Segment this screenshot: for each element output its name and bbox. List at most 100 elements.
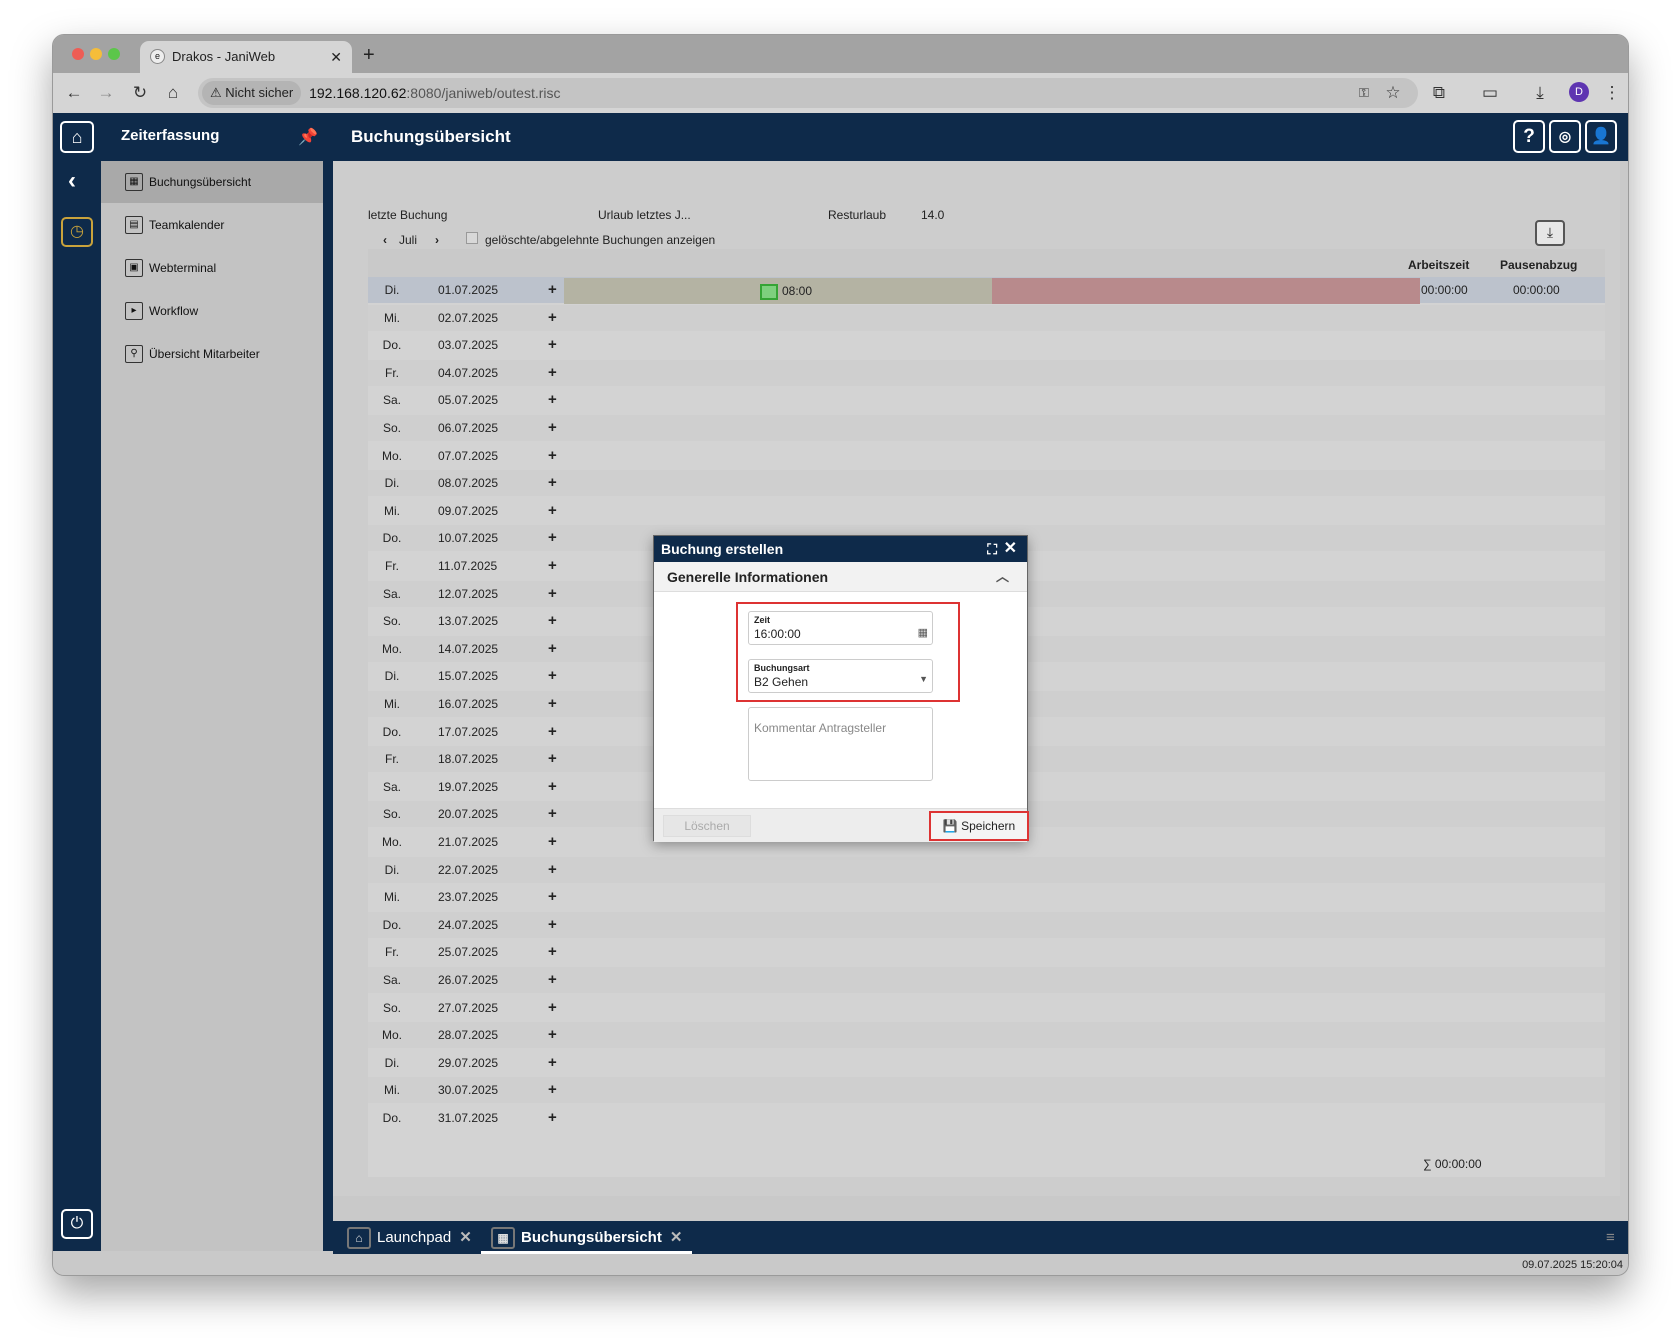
close-icon[interactable]: ✕ bbox=[459, 1229, 472, 1246]
table-row[interactable]: Mo. 28.07.2025 + bbox=[368, 1022, 1605, 1049]
media-icon[interactable]: ▭ bbox=[1477, 73, 1503, 113]
add-booking-icon[interactable]: + bbox=[548, 691, 557, 717]
export-icon[interactable]: ⤓ bbox=[1535, 220, 1565, 246]
add-booking-icon[interactable]: + bbox=[548, 636, 557, 662]
add-booking-icon[interactable]: + bbox=[548, 470, 557, 496]
save-button[interactable]: 💾 Speichern bbox=[929, 811, 1029, 841]
table-row[interactable]: Mi. 09.07.2025 + bbox=[368, 498, 1605, 524]
add-booking-icon[interactable]: + bbox=[548, 581, 557, 607]
add-booking-icon[interactable]: + bbox=[548, 1077, 557, 1103]
back-icon[interactable]: ← bbox=[61, 73, 87, 113]
add-booking-icon[interactable]: + bbox=[548, 553, 557, 579]
profile-avatar[interactable]: D bbox=[1569, 82, 1589, 102]
extensions-icon[interactable]: ⧉ bbox=[1426, 73, 1452, 113]
bottom-tab-buchungsuebersicht[interactable]: ▦ Buchungsübersicht ✕ bbox=[481, 1221, 693, 1254]
add-booking-icon[interactable]: + bbox=[548, 884, 557, 910]
sidebar-splitter[interactable] bbox=[323, 161, 333, 1251]
table-row[interactable]: Do. 24.07.2025 + bbox=[368, 911, 1605, 938]
section-general-info[interactable]: Generelle Informationen ︿ bbox=[654, 562, 1027, 592]
table-row[interactable]: Fr. 04.07.2025 + bbox=[368, 359, 1605, 386]
add-booking-icon[interactable]: + bbox=[548, 525, 557, 551]
add-booking-icon[interactable]: + bbox=[548, 332, 557, 358]
calendar-icon[interactable]: ▦ bbox=[918, 626, 928, 639]
table-row[interactable]: Mi. 30.07.2025 + bbox=[368, 1077, 1605, 1104]
home-icon[interactable]: ⌂ bbox=[60, 121, 94, 153]
minimize-window-button[interactable] bbox=[90, 48, 102, 60]
pin-icon[interactable]: 📌 bbox=[298, 127, 318, 147]
add-booking-icon[interactable]: + bbox=[548, 719, 557, 745]
comment-field[interactable]: Kommentar Antragsteller bbox=[748, 707, 933, 781]
url-bar[interactable]: ⚠ Nicht sicher 192.168.120.62:8080/janiw… bbox=[198, 78, 1418, 108]
forward-icon[interactable]: → bbox=[93, 73, 119, 113]
close-window-button[interactable] bbox=[72, 48, 84, 60]
add-booking-icon[interactable]: + bbox=[548, 829, 557, 855]
table-row[interactable]: Do. 03.07.2025 + bbox=[368, 332, 1605, 358]
next-month-icon[interactable]: › bbox=[435, 233, 439, 247]
add-booking-icon[interactable]: + bbox=[548, 415, 557, 441]
table-row[interactable]: Di. 22.07.2025 + bbox=[368, 856, 1605, 883]
add-booking-icon[interactable]: + bbox=[548, 746, 557, 772]
add-booking-icon[interactable]: + bbox=[548, 967, 557, 993]
sidebar-item-teamkalender[interactable]: ▤ Teamkalender bbox=[101, 204, 323, 246]
chevron-down-icon[interactable]: ▼ bbox=[919, 674, 928, 684]
delete-button[interactable]: Löschen bbox=[663, 815, 751, 837]
close-tab-icon[interactable]: ✕ bbox=[330, 41, 342, 73]
add-booking-icon[interactable]: + bbox=[548, 305, 557, 331]
security-chip[interactable]: ⚠ Nicht sicher bbox=[202, 81, 302, 105]
table-row[interactable]: Di. 29.07.2025 + bbox=[368, 1050, 1605, 1076]
collapse-icon[interactable]: ‹ bbox=[68, 167, 76, 195]
table-row[interactable]: Sa. 05.07.2025 + bbox=[368, 387, 1605, 413]
bottom-tab-launchpad[interactable]: ⌂ Launchpad ✕ bbox=[347, 1221, 472, 1254]
table-row[interactable]: Di. 01.07.2025 +08:00 00:00:00 00:00:00 bbox=[368, 277, 1605, 304]
new-tab-button[interactable]: + bbox=[363, 41, 375, 69]
clock-icon[interactable]: ◷ bbox=[61, 217, 93, 247]
add-booking-icon[interactable]: + bbox=[548, 774, 557, 800]
table-row[interactable]: Mo. 07.07.2025 + bbox=[368, 443, 1605, 469]
add-booking-icon[interactable]: + bbox=[548, 857, 557, 883]
sidebar-item-uebersicht-mitarbeiter[interactable]: ⚲ Übersicht Mitarbeiter bbox=[101, 333, 323, 375]
chevron-up-icon[interactable]: ︿ bbox=[996, 562, 1009, 592]
user-icon[interactable]: 👤 bbox=[1585, 120, 1617, 153]
table-row[interactable]: Mi. 02.07.2025 + bbox=[368, 304, 1605, 331]
table-row[interactable]: Di. 08.07.2025 + bbox=[368, 470, 1605, 497]
close-icon[interactable]: ✕ bbox=[1004, 536, 1017, 562]
add-booking-icon[interactable]: + bbox=[548, 443, 557, 469]
booking-type-select[interactable]: Buchungsart B2 Gehen ▼ bbox=[748, 659, 933, 693]
table-row[interactable]: So. 27.07.2025 + bbox=[368, 995, 1605, 1021]
add-booking-icon[interactable]: + bbox=[548, 1105, 557, 1131]
key-icon[interactable]: ⚿ bbox=[1351, 73, 1377, 113]
home-icon[interactable]: ⌂ bbox=[160, 73, 186, 113]
table-row[interactable]: Mi. 23.07.2025 + bbox=[368, 884, 1605, 910]
add-booking-icon[interactable]: + bbox=[548, 912, 557, 938]
help-icon[interactable]: ? bbox=[1513, 120, 1545, 153]
menu-icon[interactable]: ⋮ bbox=[1599, 73, 1625, 113]
timeline-bar-missing[interactable] bbox=[992, 278, 1420, 304]
maximize-icon[interactable]: ⛶ bbox=[987, 536, 997, 562]
browser-tab[interactable]: e Drakos - JaniWeb ✕ bbox=[140, 41, 352, 73]
add-booking-icon[interactable]: + bbox=[548, 1022, 557, 1048]
tabs-menu-icon[interactable]: ≡ bbox=[1606, 1221, 1615, 1254]
add-booking-icon[interactable]: + bbox=[548, 801, 557, 827]
add-booking-icon[interactable]: + bbox=[548, 663, 557, 689]
add-booking-icon[interactable]: + bbox=[548, 939, 557, 965]
sidebar-item-webterminal[interactable]: ▣ Webterminal bbox=[101, 247, 323, 289]
table-row[interactable]: Do. 31.07.2025 + bbox=[368, 1105, 1605, 1131]
sidebar-item-buchungsuebersicht[interactable]: ▦ Buchungsübersicht bbox=[101, 161, 323, 203]
add-booking-icon[interactable]: + bbox=[548, 498, 557, 524]
add-booking-icon[interactable]: + bbox=[548, 277, 557, 303]
table-row[interactable]: Fr. 25.07.2025 + bbox=[368, 939, 1605, 965]
power-icon[interactable]: ⏻ bbox=[61, 1209, 93, 1239]
table-row[interactable]: So. 06.07.2025 + bbox=[368, 415, 1605, 441]
timeline-bar-work[interactable]: 08:00 bbox=[564, 278, 992, 304]
chat-icon[interactable]: ◎ bbox=[1549, 120, 1581, 153]
download-icon[interactable]: ⤓ bbox=[1527, 73, 1553, 113]
bookmark-star-icon[interactable]: ☆ bbox=[1380, 73, 1406, 113]
reload-icon[interactable]: ↻ bbox=[127, 73, 153, 113]
close-icon[interactable]: ✕ bbox=[670, 1229, 683, 1246]
table-row[interactable]: Sa. 26.07.2025 + bbox=[368, 967, 1605, 993]
add-booking-icon[interactable]: + bbox=[548, 1050, 557, 1076]
prev-month-icon[interactable]: ‹ bbox=[383, 233, 387, 247]
show-deleted-checkbox[interactable] bbox=[466, 232, 478, 244]
add-booking-icon[interactable]: + bbox=[548, 995, 557, 1021]
add-booking-icon[interactable]: + bbox=[548, 387, 557, 413]
